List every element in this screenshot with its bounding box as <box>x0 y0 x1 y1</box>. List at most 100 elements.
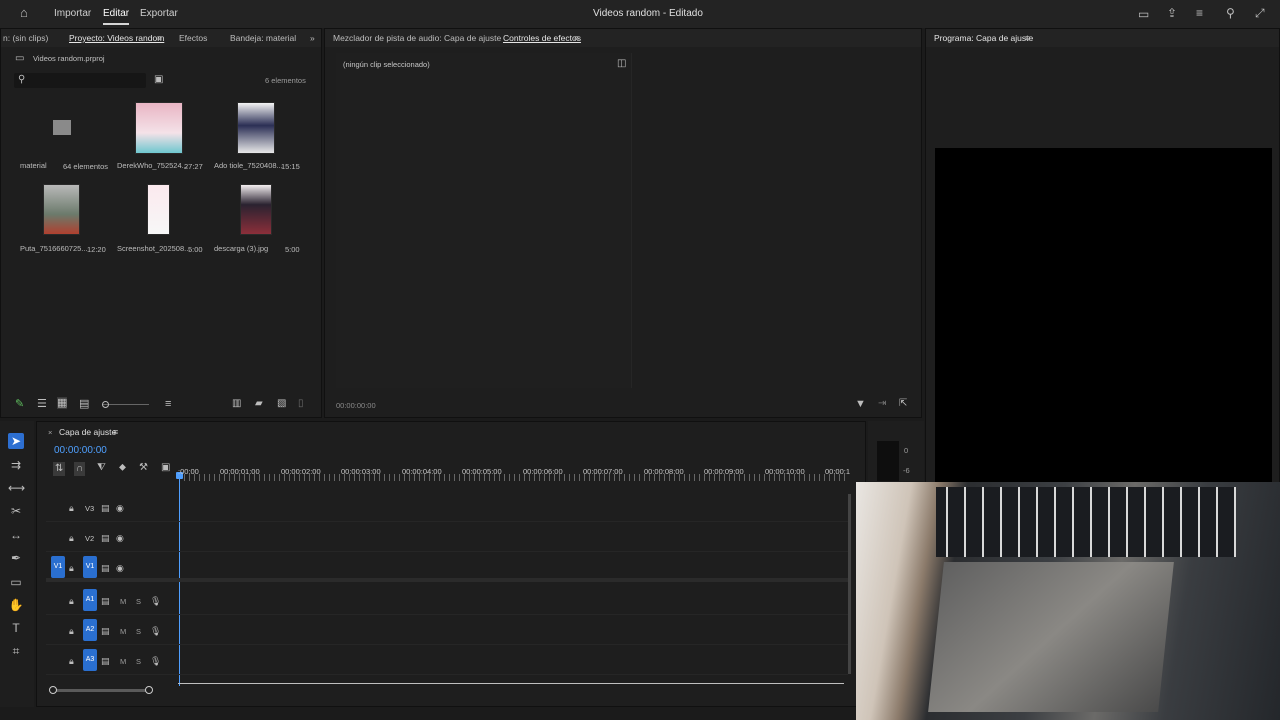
menu-editar[interactable]: Editar <box>103 8 130 25</box>
tab-bin[interactable]: Bandeja: material <box>230 33 296 43</box>
sequence-tab[interactable]: Capa de ajuste <box>59 427 116 437</box>
lock-icon[interactable]: 🔒︎ <box>69 595 74 607</box>
play-clip-icon[interactable]: ⇥ <box>878 398 886 410</box>
close-icon[interactable]: × <box>48 428 52 437</box>
ruler[interactable] <box>179 474 849 481</box>
source-target-v1[interactable]: V1 <box>51 556 65 578</box>
hamburger-icon[interactable]: ≡ <box>574 33 579 43</box>
menu-exportar[interactable]: Exportar <box>140 8 178 19</box>
mute-button[interactable]: M <box>120 597 126 606</box>
hand-tool-icon[interactable]: ✋ <box>8 597 24 613</box>
slip-tool-icon[interactable]: ↔ <box>8 527 24 543</box>
sort-icon[interactable]: ≡ <box>165 398 171 410</box>
tab-effect-controls[interactable]: Controles de efectos <box>503 33 581 43</box>
tab-project[interactable]: Proyecto: Videos random <box>69 33 164 43</box>
ripple-edit-tool-icon[interactable]: ⟷ <box>8 480 25 496</box>
timeline-timecode[interactable]: 00:00:00:00 <box>54 445 107 456</box>
lock-icon[interactable]: 🔒︎ <box>69 502 74 514</box>
trash-icon[interactable]: ▯ <box>298 398 304 410</box>
mute-button[interactable]: M <box>120 627 126 636</box>
lock-icon[interactable]: 🔒︎ <box>69 532 74 544</box>
eye-icon[interactable]: ◉ <box>116 532 124 544</box>
icon-view-icon[interactable]: ▦ <box>57 397 68 409</box>
filter-icon[interactable]: ▼ <box>855 398 866 410</box>
track-target-v1[interactable]: V1 <box>83 556 97 578</box>
pen-tool-icon[interactable]: ✒ <box>8 550 24 566</box>
panel-toggle-icon[interactable]: ◫ <box>617 58 626 70</box>
eye-icon[interactable]: ◉ <box>116 562 124 574</box>
lock-icon[interactable]: 🔒︎ <box>69 655 74 667</box>
list-view-icon[interactable]: ☰ <box>37 398 47 410</box>
snap-icon[interactable]: ∩ <box>74 462 86 476</box>
track-label[interactable]: V2 <box>85 534 94 543</box>
track-target-a1[interactable]: A1 <box>83 589 97 611</box>
video-thumb[interactable] <box>237 102 275 154</box>
sync-lock-icon[interactable]: ▤ <box>101 625 110 637</box>
video-thumb[interactable] <box>43 184 80 235</box>
hamburger-icon[interactable]: ≡ <box>1025 33 1030 43</box>
nest-icon[interactable]: ⇅ <box>53 462 66 476</box>
track-select-tool-icon[interactable]: ⇉ <box>8 457 24 473</box>
new-item-icon[interactable]: ▧ <box>277 398 286 410</box>
track-label[interactable]: V3 <box>85 504 94 513</box>
sync-lock-icon[interactable]: ▤ <box>101 562 110 574</box>
more-tabs-icon[interactable]: » <box>310 33 315 43</box>
sync-lock-icon[interactable]: ▤ <box>101 655 110 667</box>
wrench-icon[interactable]: ⚒ <box>139 462 148 474</box>
layout-icon[interactable]: ▭ <box>1138 8 1149 20</box>
automate-icon[interactable]: ▥ <box>232 398 241 410</box>
video-thumb[interactable] <box>135 102 183 154</box>
captions-icon[interactable]: ▣ <box>161 462 170 474</box>
mute-button[interactable]: M <box>120 657 126 666</box>
pencil-icon[interactable]: ✎ <box>15 398 24 410</box>
microphone-icon[interactable]: 🎙︎ <box>150 625 161 637</box>
tab-effects[interactable]: Efectos <box>179 33 207 43</box>
sync-lock-icon[interactable]: ▤ <box>101 532 110 544</box>
hamburger-icon[interactable]: ≡ <box>157 33 162 43</box>
solo-button[interactable]: S <box>136 657 141 666</box>
tab-audio-mixer[interactable]: Mezclador de pista de audio: Capa de aju… <box>333 33 501 43</box>
freeform-view-icon[interactable]: ▤ <box>79 398 89 410</box>
scroll-handle-right[interactable] <box>145 686 153 694</box>
track-target-a3[interactable]: A3 <box>83 649 97 671</box>
folder-icon[interactable]: ▰ <box>255 398 263 410</box>
search-input[interactable] <box>14 73 146 88</box>
selection-tool-icon[interactable]: ➤ <box>8 433 24 449</box>
program-title[interactable]: Programa: Capa de ajuste <box>934 33 1033 43</box>
type-tool-icon[interactable]: T <box>8 620 24 636</box>
generative-tool-icon[interactable]: ⌗ <box>8 643 24 659</box>
scroll-handle-left[interactable] <box>49 686 57 694</box>
microphone-icon[interactable]: 🎙︎ <box>150 595 161 607</box>
zoom-slider[interactable] <box>103 404 149 405</box>
horizontal-scrollbar[interactable] <box>53 689 149 692</box>
menu-icon[interactable]: ≡ <box>1196 7 1203 19</box>
lock-icon[interactable]: 🔒︎ <box>69 625 74 637</box>
share-icon[interactable]: ⇪ <box>1167 7 1177 19</box>
fullscreen-icon[interactable]: ⤢ <box>1255 7 1265 19</box>
sync-lock-icon[interactable]: ▤ <box>101 502 110 514</box>
image-thumb[interactable] <box>240 184 272 235</box>
hamburger-icon[interactable]: ≡ <box>113 427 118 437</box>
search-icon[interactable]: ⚲ <box>1226 7 1235 19</box>
tab-source[interactable]: n: (sin clips) <box>3 33 48 43</box>
sync-lock-icon[interactable]: ▤ <box>101 595 110 607</box>
lock-icon[interactable]: 🔒︎ <box>69 562 74 574</box>
vertical-scrollbar[interactable] <box>848 494 851 674</box>
program-viewer[interactable] <box>935 148 1272 484</box>
linked-selection-icon[interactable]: ⧨ <box>97 462 106 474</box>
zoom-slider-handle[interactable] <box>102 401 109 408</box>
menu-importar[interactable]: Importar <box>54 8 91 19</box>
home-icon[interactable]: ⌂ <box>20 6 28 19</box>
track-target-a2[interactable]: A2 <box>83 619 97 641</box>
solo-button[interactable]: S <box>136 627 141 636</box>
new-bin-icon[interactable]: ▣ <box>154 74 163 86</box>
image-thumb[interactable] <box>147 184 170 235</box>
export-icon[interactable]: ⇱ <box>899 398 907 410</box>
microphone-icon[interactable]: 🎙︎ <box>150 655 161 667</box>
eye-icon[interactable]: ◉ <box>116 502 124 514</box>
razor-tool-icon[interactable]: ✂ <box>8 503 24 519</box>
solo-button[interactable]: S <box>136 597 141 606</box>
folder-thumb[interactable] <box>53 120 71 135</box>
rectangle-tool-icon[interactable]: ▭ <box>8 574 24 590</box>
marker-icon[interactable]: ⬥ <box>119 462 126 474</box>
